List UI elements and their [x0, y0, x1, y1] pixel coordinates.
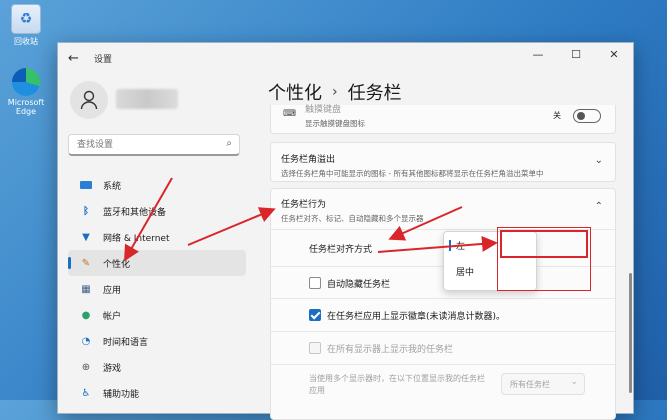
touch-keyboard-title: 触摸键盘 [305, 105, 342, 115]
sidebar-item-label: 辅助功能 [103, 389, 140, 400]
behaviors-desc: 任务栏对齐、标记、自动隐藏和多个显示器 [281, 214, 424, 223]
taskbar-corner-overflow-card[interactable]: 任务栏角溢出 选择任务栏角中可能显示的图标 - 所有其他图标都将显示在任务栏角溢… [270, 142, 616, 182]
sidebar-item-accounts[interactable]: ● 帐户 [68, 302, 246, 328]
blurred-user-name [116, 89, 178, 109]
sidebar-item-label: 帐户 [103, 311, 122, 322]
multi-display-value: 所有任务栏 [510, 380, 550, 389]
user-icon [80, 90, 98, 110]
back-arrow-icon[interactable]: ← [68, 51, 86, 66]
badges-checkbox[interactable] [309, 309, 321, 321]
all-displays-row: 在所有显示器上显示我的任务栏 [271, 332, 615, 365]
edge-icon [12, 68, 40, 96]
sidebar-item-label: 游戏 [103, 363, 122, 374]
account-icon: ● [81, 309, 91, 321]
search-icon: ⌕ [226, 138, 232, 149]
all-displays-label: 在所有显示器上显示我的任务栏 [327, 345, 454, 355]
gamepad-icon: ⊕ [81, 361, 91, 373]
alignment-label: 任务栏对齐方式 [309, 245, 373, 255]
desktop-icon-label: Microsoft Edge [7, 98, 45, 116]
toggle-label: 关 [553, 111, 561, 120]
sidebar-item-label: 网络 & Internet [103, 233, 170, 244]
search-box[interactable]: ⌕ [68, 134, 240, 156]
maximize-button[interactable]: ☐ [557, 43, 595, 65]
apps-icon: ▦ [81, 283, 91, 295]
chevron-down-icon: ⌄ [594, 155, 603, 166]
desktop-edge[interactable]: Microsoft Edge [4, 68, 48, 116]
multi-display-label: 当使用多个显示器时，在以下位置显示我的任务栏应用 [309, 374, 485, 395]
badges-label: 在任务栏应用上显示徽章(未读消息计数器)。 [327, 312, 506, 322]
monitor-icon [79, 178, 93, 192]
accessibility-icon: ♿ [81, 387, 91, 399]
overflow-title: 任务栏角溢出 [281, 155, 336, 165]
desktop-icon-label: 回收站 [14, 37, 38, 46]
all-displays-checkbox [309, 342, 321, 354]
autohide-checkbox[interactable] [309, 277, 321, 289]
sidebar-item-bluetooth[interactable]: ᛒ 蓝牙和其他设备 [68, 198, 246, 224]
sidebar-item-accessibility[interactable]: ♿ 辅助功能 [68, 380, 246, 406]
brush-icon: ✎ [81, 257, 91, 269]
globe-clock-icon: ◔ [81, 335, 91, 347]
sidebar-item-label: 蓝牙和其他设备 [103, 207, 167, 218]
behaviors-title: 任务栏行为 [281, 200, 327, 210]
sidebar-item-label: 个性化 [103, 259, 131, 270]
touch-keyboard-toggle[interactable] [573, 109, 601, 123]
touch-keyboard-row: ⌨ 触摸键盘 显示触摸键盘图标 关 [270, 105, 616, 134]
scrollbar[interactable] [629, 273, 632, 393]
chevron-down-icon: ⌄ [570, 377, 578, 387]
avatar[interactable] [70, 81, 108, 119]
sidebar-item-time-language[interactable]: ◔ 时间和语言 [68, 328, 246, 354]
sidebar-item-system[interactable]: 系统 [68, 172, 246, 198]
nav-list: 系统 ᛒ 蓝牙和其他设备 ▼ 网络 & Internet ✎ 个性化 ▦ 应用 … [68, 172, 246, 406]
sidebar-item-label: 系统 [103, 181, 122, 192]
overflow-desc: 选择任务栏角中可能显示的图标 - 所有其他图标都将显示在任务栏角溢出菜单中 [281, 169, 544, 178]
multi-display-row: 当使用多个显示器时，在以下位置显示我的任务栏应用 所有任务栏 ⌄ [271, 365, 615, 405]
search-input[interactable] [75, 139, 219, 151]
multi-display-select: 所有任务栏 ⌄ [501, 373, 585, 395]
minimize-button[interactable]: — [519, 43, 557, 65]
sidebar-item-gaming[interactable]: ⊕ 游戏 [68, 354, 246, 380]
sidebar-item-label: 应用 [103, 285, 122, 296]
recycle-bin-icon: ♻ [11, 4, 41, 34]
badges-row: 在任务栏应用上显示徽章(未读消息计数器)。 [271, 299, 615, 332]
bluetooth-icon: ᛒ [83, 205, 89, 217]
autohide-label: 自动隐藏任务栏 [327, 280, 391, 290]
taskbar-behaviors-card: 任务栏行为 任务栏对齐、标记、自动隐藏和多个显示器 ⌃ 任务栏对齐方式 自动隐藏… [270, 188, 616, 420]
sidebar-item-label: 时间和语言 [103, 337, 149, 348]
behaviors-header[interactable]: 任务栏行为 任务栏对齐、标记、自动隐藏和多个显示器 ⌃ [271, 189, 615, 230]
touch-keyboard-desc: 显示触摸键盘图标 [305, 119, 365, 128]
chevron-up-icon: ⌃ [594, 201, 603, 212]
sidebar-item-personalization[interactable]: ✎ 个性化 [68, 250, 246, 276]
wifi-icon: ▼ [82, 231, 90, 243]
sidebar-item-network[interactable]: ▼ 网络 & Internet [68, 224, 246, 250]
breadcrumb-separator: › [332, 84, 338, 100]
window-controls: — ☐ ✕ [519, 43, 633, 65]
title-bar: ← 设置 — ☐ ✕ [58, 43, 633, 73]
keyboard-icon: ⌨ [283, 109, 296, 119]
close-button[interactable]: ✕ [595, 43, 633, 65]
window-title: 设置 [94, 54, 113, 65]
annotation-box-dropdown [497, 227, 591, 291]
desktop-recycle-bin[interactable]: ♻ 回收站 [4, 4, 48, 47]
sidebar-item-apps[interactable]: ▦ 应用 [68, 276, 246, 302]
